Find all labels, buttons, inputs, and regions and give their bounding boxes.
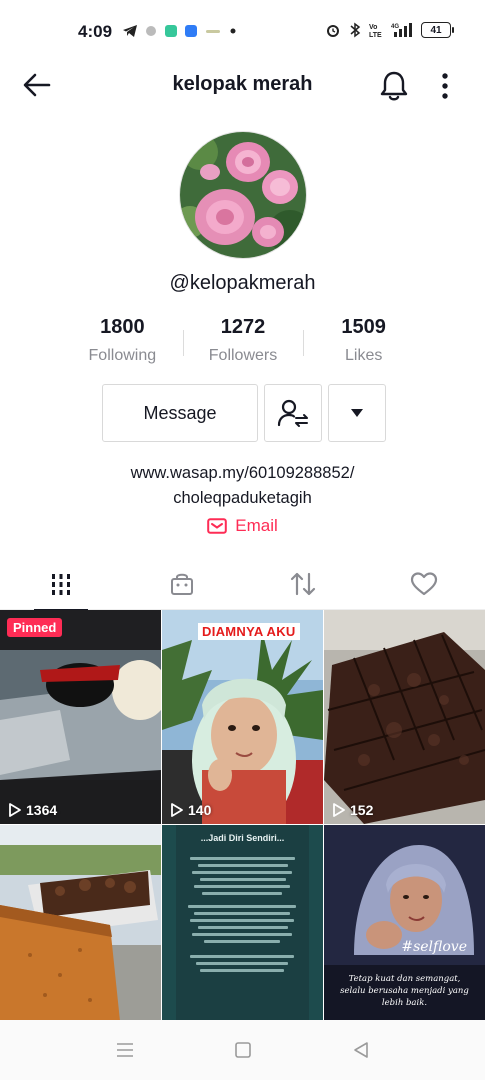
alarm-icon (327, 25, 339, 37)
poem-text-block (180, 855, 305, 1009)
video-thumbnail (324, 610, 485, 824)
profile-stats: 1800 Following 1272 Followers 1509 Likes (62, 316, 424, 372)
home-button[interactable] (230, 1037, 256, 1063)
poem-title: ...Jadi Diri Sendiri... (200, 833, 285, 843)
signal-icon: 4G (391, 23, 412, 37)
play-icon (171, 803, 183, 817)
profile-tabs (0, 558, 485, 611)
more-options-button[interactable] (430, 66, 460, 106)
stat-value: 1509 (341, 316, 386, 338)
menu-lines-icon (116, 1043, 133, 1057)
bio-line: choleqpaduketagih (173, 489, 312, 507)
notification-bell-button[interactable] (374, 66, 414, 106)
caret-down-icon (351, 409, 363, 417)
svg-text:4G: 4G (391, 24, 399, 30)
stat-label: Following (88, 347, 157, 364)
mail-icon (207, 518, 228, 534)
tab-reposts[interactable] (243, 558, 364, 610)
app-icon (146, 26, 156, 36)
video-views: 152 (332, 802, 373, 818)
tab-videos[interactable] (0, 558, 121, 611)
video-tile[interactable]: #selflove Tetap kuat dan semangat, selal… (324, 825, 485, 1020)
video-grid: Pinned 1364 DIAMNYA AKU 140 152 ...Jadi … (0, 610, 485, 1020)
profile-bio: www.wasap.my/60109288852/ choleqpaduketa… (0, 461, 485, 511)
triangle-back-icon (353, 1042, 368, 1058)
heart-icon (411, 572, 438, 596)
view-count: 1364 (26, 802, 58, 818)
video-tile[interactable]: ...Jadi Diri Sendiri... (162, 825, 323, 1020)
video-caption: DIAMNYA AKU (198, 623, 300, 640)
tab-liked[interactable] (364, 558, 485, 610)
svg-text:LTE: LTE (369, 32, 382, 38)
message-button[interactable]: Message (102, 384, 258, 442)
bio-line: www.wasap.my/60109288852/ (130, 464, 355, 482)
email-link[interactable]: Email (0, 516, 485, 536)
video-views: 1364 (8, 802, 57, 818)
battery-level: 41 (430, 24, 442, 36)
stat-label: Followers (208, 347, 278, 364)
suggested-accounts-dropdown[interactable] (328, 384, 386, 442)
telegram-icon (123, 25, 137, 37)
rose-avatar-image (180, 132, 306, 258)
bell-icon (380, 71, 408, 101)
stat-following[interactable]: 1800 Following (62, 316, 183, 372)
app-blue-icon (185, 25, 197, 37)
video-thumbnail (162, 610, 323, 824)
video-tile[interactable] (0, 825, 161, 1020)
stat-followers[interactable]: 1272 Followers (182, 316, 304, 372)
shop-bag-icon (170, 573, 193, 595)
status-bar: 4:09 Vo LTE 4G 41 (0, 0, 485, 62)
tab-shop[interactable] (121, 558, 242, 610)
video-views: 140 (170, 802, 211, 818)
selflove-tag: #selflove (401, 939, 467, 955)
bluetooth-icon (350, 22, 361, 38)
more-vertical-icon (442, 73, 448, 99)
system-back-button[interactable] (348, 1037, 374, 1063)
video-tile[interactable]: DIAMNYA AKU 140 (162, 610, 323, 824)
stat-likes[interactable]: 1509 Likes (303, 316, 424, 372)
app-small-icon (206, 30, 220, 33)
profile-header: kelopak merah (0, 62, 485, 108)
recent-apps-button[interactable] (112, 1037, 138, 1063)
videos-grid-icon (51, 574, 70, 595)
video-tile[interactable]: Pinned 1364 (0, 610, 161, 824)
view-count: 140 (188, 802, 212, 818)
profile-username: @kelopakmerah (169, 272, 316, 294)
profile-actions: Message (102, 384, 386, 442)
system-status-icons: Vo LTE 4G 41 (325, 22, 454, 38)
avatar[interactable] (179, 131, 307, 259)
view-count: 152 (350, 802, 374, 818)
stat-label: Likes (345, 347, 383, 364)
system-navigation-bar (0, 1020, 485, 1080)
video-tile[interactable]: 152 (324, 610, 485, 824)
user-following-icon (277, 399, 308, 427)
follow-status-button[interactable] (264, 384, 322, 442)
video-thumbnail (0, 825, 161, 1020)
svg-text:Vo: Vo (369, 24, 377, 31)
status-time: 4:09 (78, 22, 113, 41)
play-icon (9, 803, 21, 817)
square-home-icon (234, 1042, 251, 1058)
poem-text-lines (188, 857, 296, 972)
repost-icon (291, 572, 316, 596)
stat-value: 1800 (100, 316, 145, 338)
video-thumbnail (0, 610, 161, 824)
stat-value: 1272 (220, 316, 266, 338)
pinned-badge: Pinned (7, 618, 63, 637)
volte-icon: VoLTE (369, 24, 382, 38)
calculator-app-icon (165, 25, 177, 37)
video-quote: Tetap kuat dan semangat, selalu berusaha… (340, 974, 469, 1008)
email-label: Email (235, 516, 278, 535)
dot-icon (230, 28, 236, 34)
battery-indicator: 41 (421, 22, 454, 38)
play-icon (333, 803, 345, 817)
notification-icons (122, 24, 238, 38)
